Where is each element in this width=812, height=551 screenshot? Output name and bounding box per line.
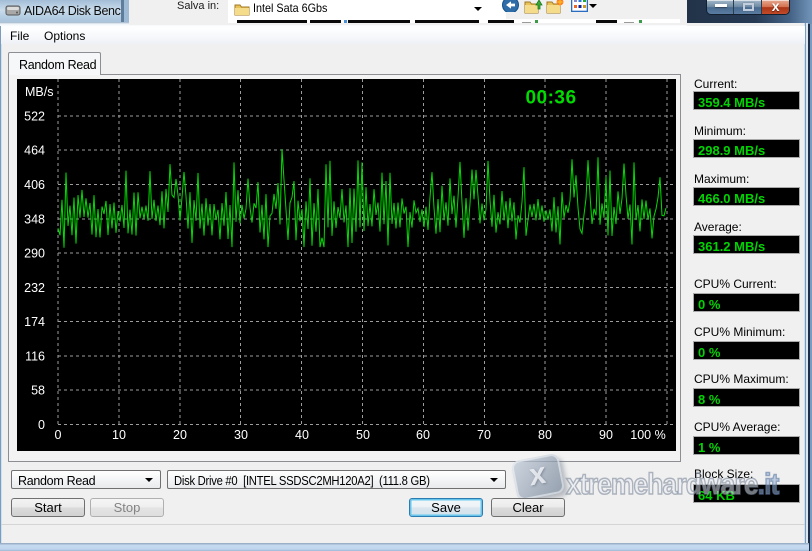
svg-text:20: 20	[173, 428, 187, 442]
svg-text:522: 522	[24, 110, 45, 124]
svg-text:MB/s: MB/s	[25, 85, 53, 99]
svg-text:50: 50	[356, 428, 370, 442]
svg-text:100 %: 100 %	[630, 428, 665, 442]
svg-text:116: 116	[25, 349, 45, 363]
svg-text:60: 60	[416, 428, 430, 442]
svg-text:0: 0	[55, 428, 62, 442]
svg-text:58: 58	[31, 384, 45, 398]
svg-text:348: 348	[24, 212, 45, 226]
svg-text:10: 10	[112, 428, 126, 442]
svg-text:464: 464	[24, 144, 45, 158]
svg-text:30: 30	[234, 428, 248, 442]
svg-text:232: 232	[24, 281, 45, 295]
svg-text:00:36: 00:36	[525, 88, 576, 109]
svg-text:290: 290	[24, 247, 45, 261]
svg-text:40: 40	[295, 428, 309, 442]
svg-text:70: 70	[477, 428, 491, 442]
svg-text:406: 406	[24, 178, 45, 192]
svg-text:90: 90	[599, 428, 613, 442]
svg-text:174: 174	[24, 315, 45, 329]
svg-text:80: 80	[538, 428, 552, 442]
svg-text:0: 0	[38, 418, 45, 432]
